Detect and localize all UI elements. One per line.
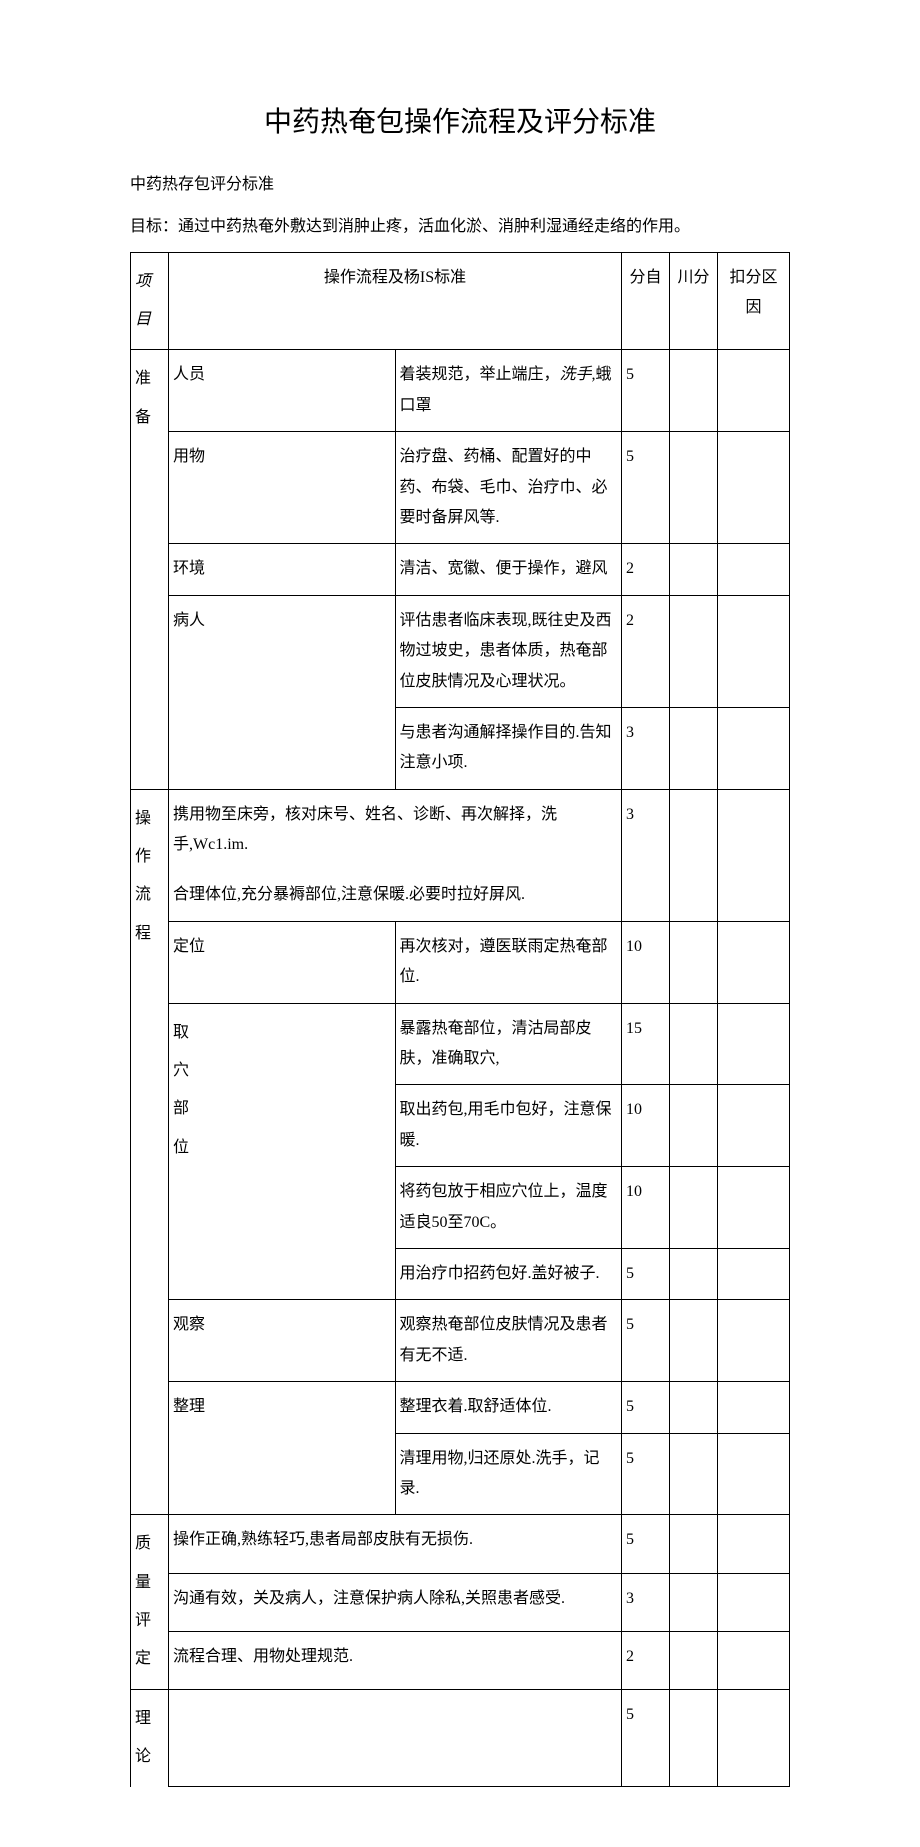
desc-r13: 观察热奄部位皮肤情况及患者有无不适. bbox=[395, 1300, 622, 1382]
category-prep: 准备 bbox=[131, 350, 169, 789]
reason-r8 bbox=[718, 921, 790, 1003]
desc-r6: 携用物至床旁，核对床号、姓名、诊断、再次解择，洗手,Wc1.im. bbox=[169, 789, 622, 870]
sub-location: 定位 bbox=[169, 921, 396, 1003]
header-score: 分自 bbox=[622, 252, 670, 350]
desc-r12: 用治疗巾招药包好.盖好被子. bbox=[395, 1248, 622, 1299]
sub-patient-cont bbox=[169, 707, 396, 789]
score-r15: 5 bbox=[622, 1433, 670, 1515]
desc-r1: 着装规范，举止端庄，洗手,蛾口罩 bbox=[395, 350, 622, 432]
reason-r12 bbox=[718, 1248, 790, 1299]
scoring-table: 项目 操作流程及杨IS标准 分自 川分 扣分区因 准备 人员 着装规范，举止端庄… bbox=[130, 252, 790, 1788]
score-r1: 5 bbox=[622, 350, 670, 432]
deduct-r18 bbox=[670, 1631, 718, 1689]
header-category: 项目 bbox=[131, 252, 169, 350]
deduct-r3 bbox=[670, 544, 718, 595]
deduct-r17 bbox=[670, 1573, 718, 1631]
score-r9: 15 bbox=[622, 1003, 670, 1085]
goal-text: 目标：通过中药热奄外敷达到消肿止疼，活血化淤、消肿利湿通经走络的作用。 bbox=[130, 214, 790, 240]
reason-r1 bbox=[718, 350, 790, 432]
page-title: 中药热奄包操作流程及评分标准 bbox=[130, 100, 790, 140]
sub-tidy: 整理 bbox=[169, 1382, 396, 1433]
reason-r10 bbox=[718, 1085, 790, 1167]
desc-r18: 流程合理、用物处理规范. bbox=[169, 1631, 622, 1689]
score-r11: 10 bbox=[622, 1167, 670, 1249]
subtitle: 中药热存包评分标准 bbox=[130, 170, 790, 194]
deduct-r15 bbox=[670, 1433, 718, 1515]
category-theory: 理论 bbox=[131, 1689, 169, 1786]
reason-r19 bbox=[718, 1689, 790, 1786]
desc-r16: 操作正确,熟练轻巧,患者局部皮肤有无损伤. bbox=[169, 1515, 622, 1573]
reason-r6 bbox=[718, 789, 790, 870]
sub-environment: 环境 bbox=[169, 544, 396, 595]
score-r13: 5 bbox=[622, 1300, 670, 1382]
reason-r5 bbox=[718, 707, 790, 789]
desc-r17: 沟通有效，关及病人，注意保护病人除私,关照患者感受. bbox=[169, 1573, 622, 1631]
sub-personnel: 人员 bbox=[169, 350, 396, 432]
deduct-r8 bbox=[670, 921, 718, 1003]
reason-r3 bbox=[718, 544, 790, 595]
sub-materials: 用物 bbox=[169, 432, 396, 544]
score-r10: 10 bbox=[622, 1085, 670, 1167]
desc-r8: 再次核对，遵医联雨定热奄部位. bbox=[395, 921, 622, 1003]
category-quality: 质量评定 bbox=[131, 1515, 169, 1690]
reason-r16 bbox=[718, 1515, 790, 1573]
deduct-r6 bbox=[670, 789, 718, 870]
deduct-r12 bbox=[670, 1248, 718, 1299]
deduct-r19 bbox=[670, 1689, 718, 1786]
score-r4: 2 bbox=[622, 595, 670, 707]
deduct-r16 bbox=[670, 1515, 718, 1573]
desc-r2: 治疗盘、药桶、配置好的中药、布袋、毛巾、治疗巾、必要时备屏风等. bbox=[395, 432, 622, 544]
score-r18: 2 bbox=[622, 1631, 670, 1689]
reason-r7 bbox=[718, 870, 790, 921]
deduct-r10 bbox=[670, 1085, 718, 1167]
reason-r13 bbox=[718, 1300, 790, 1382]
score-r8: 10 bbox=[622, 921, 670, 1003]
deduct-r11 bbox=[670, 1167, 718, 1249]
header-reason: 扣分区因 bbox=[718, 252, 790, 350]
reason-r17 bbox=[718, 1573, 790, 1631]
score-r17: 3 bbox=[622, 1573, 670, 1631]
desc-r11: 将药包放于相应穴位上，温度适良50至70C。 bbox=[395, 1167, 622, 1249]
desc-r4: 评估患者临床表现,既往史及西物过坡史，患者体质，热奄部位皮肤情况及心理状况。 bbox=[395, 595, 622, 707]
reason-r9 bbox=[718, 1003, 790, 1085]
sub-acupoint: 取穴部位 bbox=[169, 1003, 396, 1300]
reason-r2 bbox=[718, 432, 790, 544]
deduct-r4 bbox=[670, 595, 718, 707]
desc-r9: 暴露热奄部位，清沽局部皮肤，准确取穴, bbox=[395, 1003, 622, 1085]
reason-r15 bbox=[718, 1433, 790, 1515]
desc-r5: 与患者沟通解择操作目的.告知注意小项. bbox=[395, 707, 622, 789]
desc-r10: 取出药包,用毛巾包好，注意保暖. bbox=[395, 1085, 622, 1167]
desc-r7: 合理体位,充分暴褥部位,注意保暖.必要时拉好屏风. bbox=[169, 870, 622, 921]
desc-r15: 清理用物,归还原处.洗手，记录. bbox=[395, 1433, 622, 1515]
score-r6: 3 bbox=[622, 789, 670, 870]
score-r19: 5 bbox=[622, 1689, 670, 1786]
deduct-r14 bbox=[670, 1382, 718, 1433]
header-deduct: 川分 bbox=[670, 252, 718, 350]
category-process: 操作流程 bbox=[131, 789, 169, 1515]
sub-patient: 病人 bbox=[169, 595, 396, 707]
reason-r11 bbox=[718, 1167, 790, 1249]
desc-r14: 整理衣着.取舒适体位. bbox=[395, 1382, 622, 1433]
reason-r18 bbox=[718, 1631, 790, 1689]
score-r12: 5 bbox=[622, 1248, 670, 1299]
score-r3: 2 bbox=[622, 544, 670, 595]
sub-tidy-cont bbox=[169, 1433, 396, 1515]
deduct-r1 bbox=[670, 350, 718, 432]
score-r7 bbox=[622, 870, 670, 921]
desc-r3: 清洁、宽徽、便于操作，避风 bbox=[395, 544, 622, 595]
reason-r4 bbox=[718, 595, 790, 707]
deduct-r7 bbox=[670, 870, 718, 921]
desc-r19 bbox=[169, 1689, 622, 1786]
deduct-r2 bbox=[670, 432, 718, 544]
score-r5: 3 bbox=[622, 707, 670, 789]
header-process: 操作流程及杨IS标准 bbox=[169, 252, 622, 350]
score-r2: 5 bbox=[622, 432, 670, 544]
deduct-r9 bbox=[670, 1003, 718, 1085]
sub-observe: 观察 bbox=[169, 1300, 396, 1382]
score-r14: 5 bbox=[622, 1382, 670, 1433]
deduct-r13 bbox=[670, 1300, 718, 1382]
deduct-r5 bbox=[670, 707, 718, 789]
score-r16: 5 bbox=[622, 1515, 670, 1573]
reason-r14 bbox=[718, 1382, 790, 1433]
